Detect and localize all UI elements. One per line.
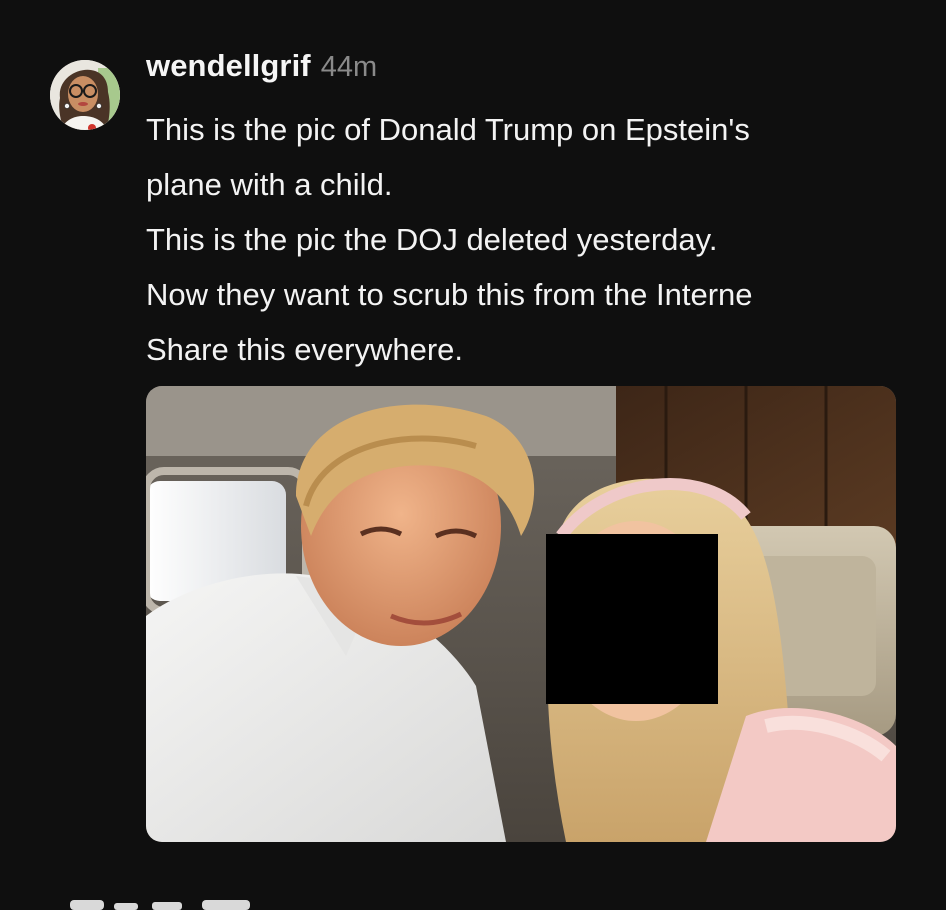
censor-box [546,534,718,704]
post-text-line: This is the pic of Donald Trump on Epste… [146,112,750,147]
post-text: This is the pic of Donald Trump on Epste… [146,102,926,377]
avatar-icon [50,60,120,130]
post-image[interactable] [146,386,896,842]
post-header: wendellgrif 44m [146,48,926,96]
truncated-text-glyphs [70,900,250,910]
post-text-line: Now they want to scrub this from the Int… [146,277,753,312]
next-post-hint [60,894,280,910]
post-text-line: This is the pic the DOJ deleted yesterda… [146,222,718,257]
post-body: wendellgrif 44m This is the pic of Donal… [146,48,926,377]
user-avatar[interactable] [50,48,120,142]
photo-illustration [146,386,896,842]
post-text-line: Share this everywhere. [146,332,464,367]
thread-post: wendellgrif 44m This is the pic of Donal… [0,0,946,910]
post-text-line: plane with a child. [146,167,393,202]
username-link[interactable]: wendellgrif [146,48,311,84]
post-timestamp: 44m [320,51,378,83]
